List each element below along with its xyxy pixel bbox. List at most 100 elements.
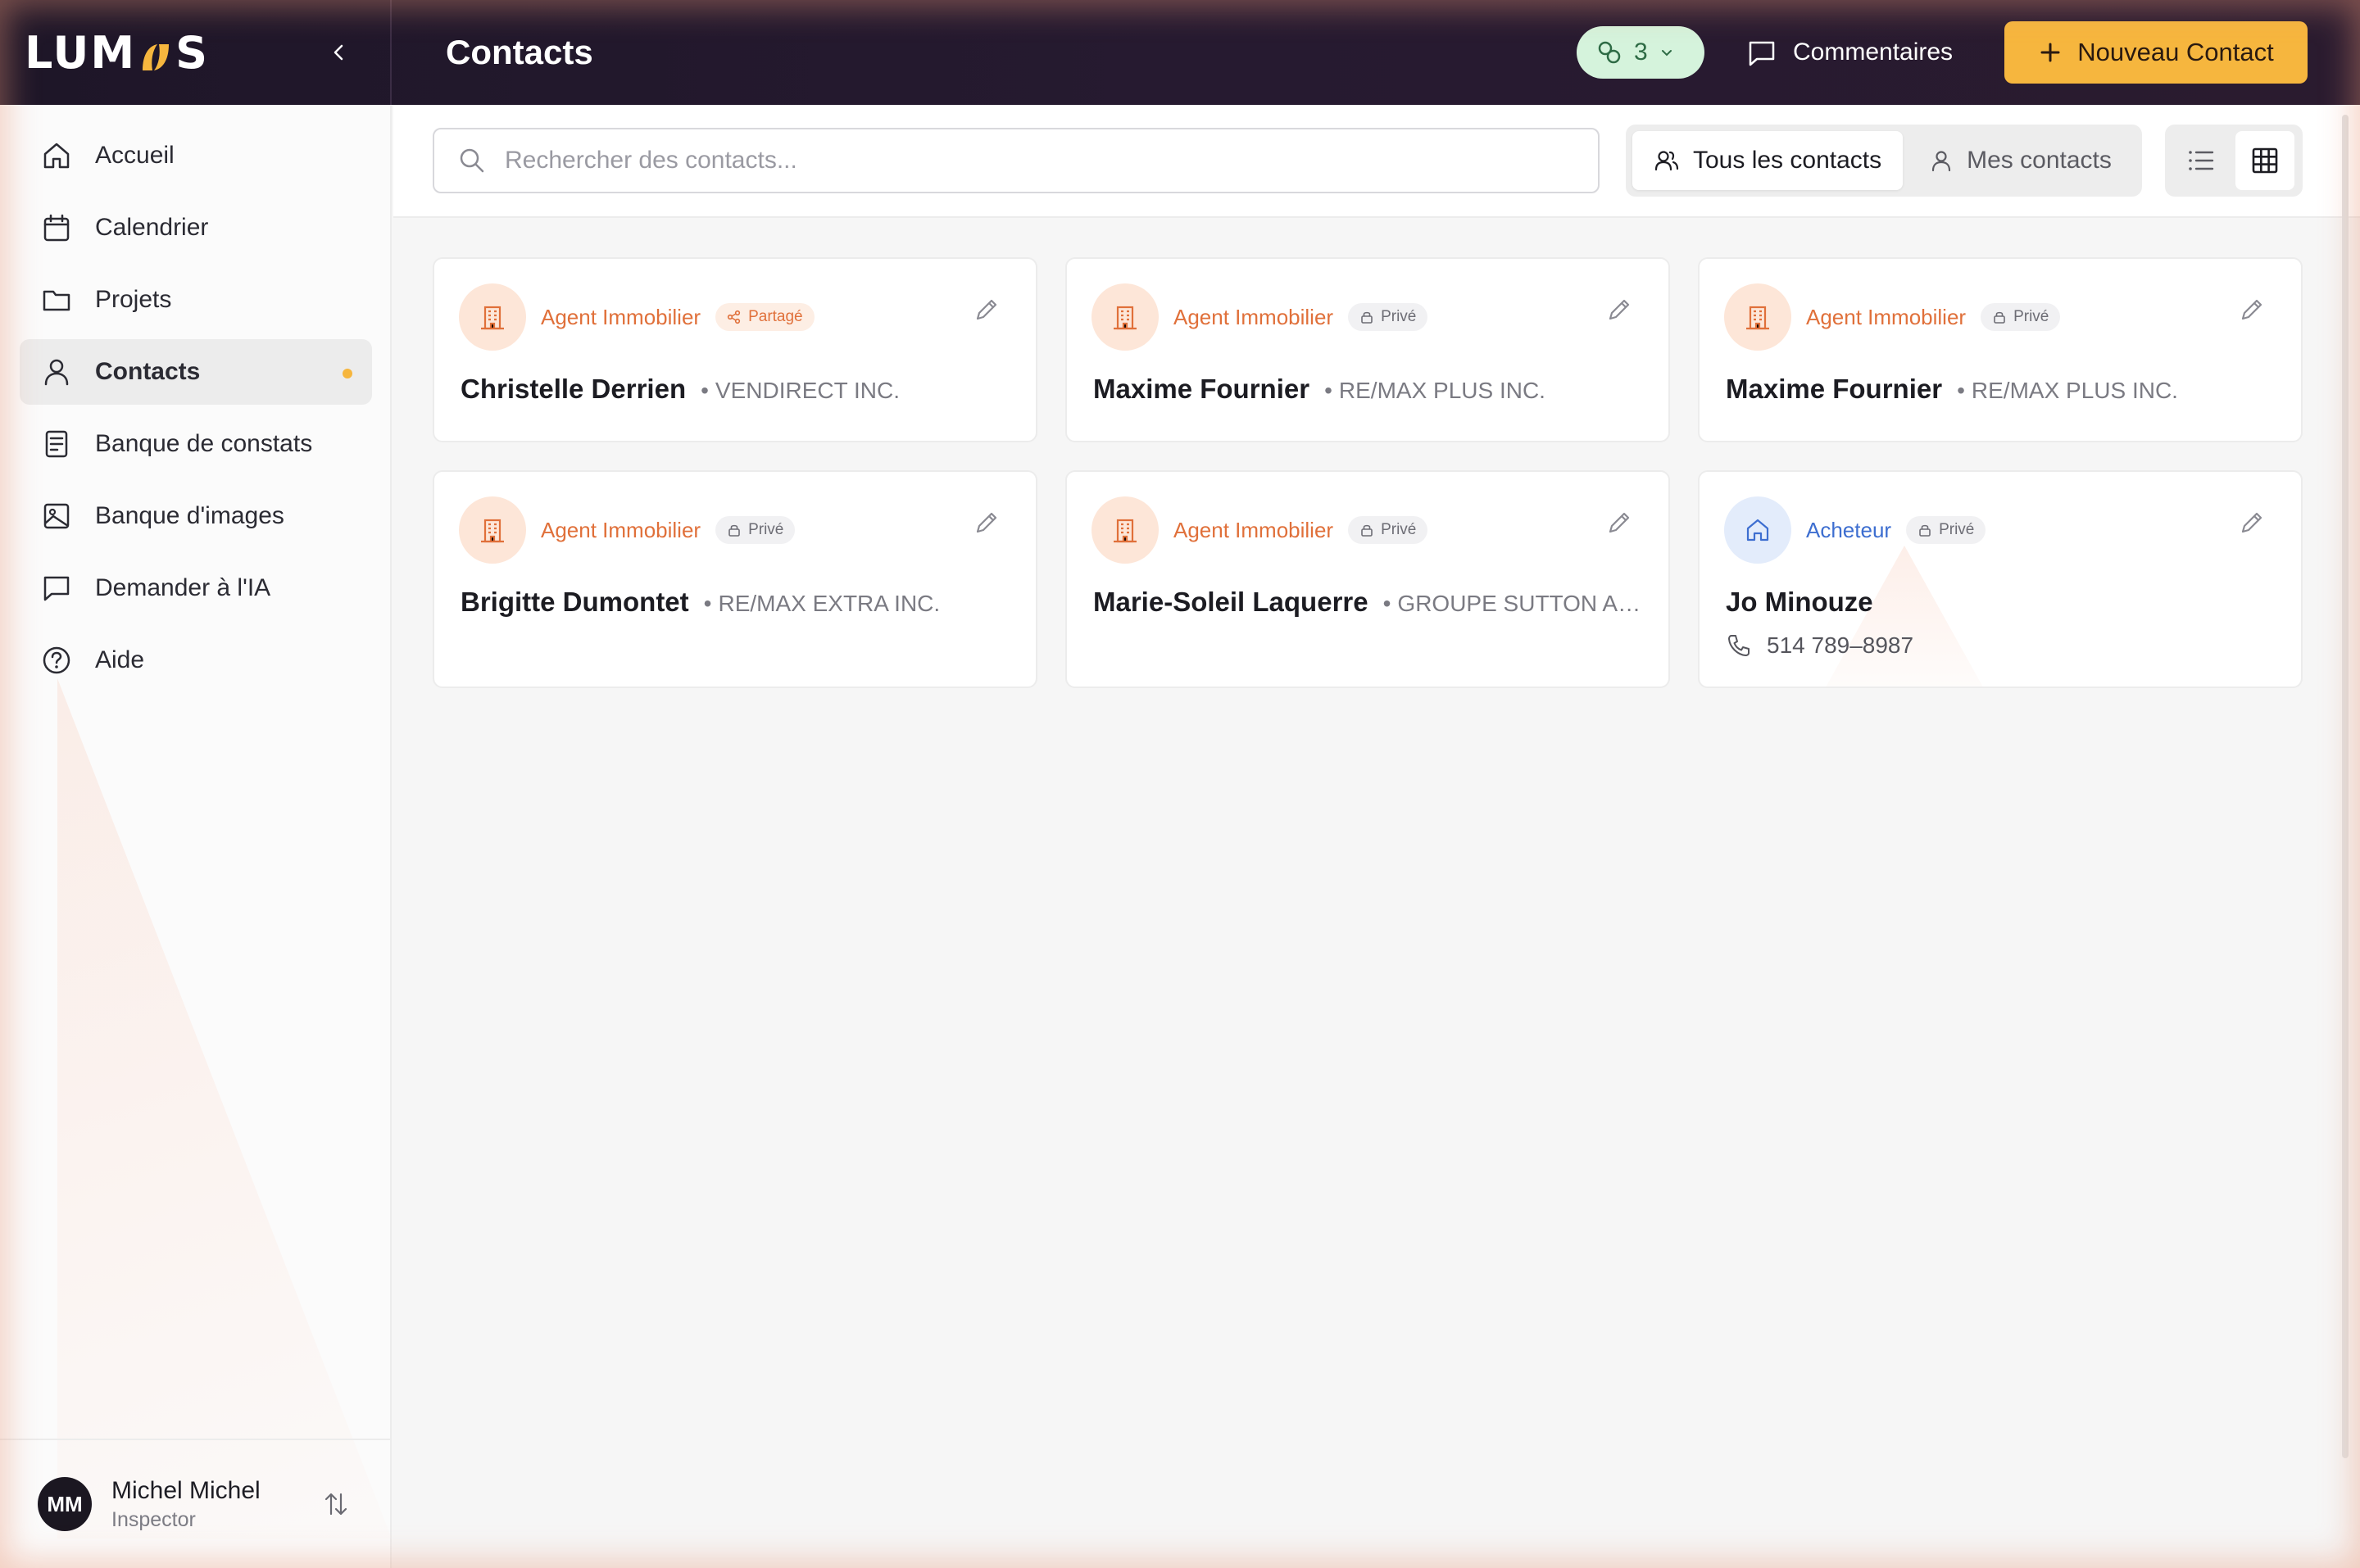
visibility-badge: Privé	[1348, 303, 1428, 331]
contact-name: Jo Minouze	[1726, 587, 1873, 617]
top-bar: LUM S Contacts 3 Commentaires Nouveau Co…	[0, 0, 2360, 105]
filter-my-contacts-tab[interactable]: Mes contacts	[1908, 131, 2133, 190]
edit-contact-button[interactable]	[2235, 293, 2268, 326]
building-icon	[459, 283, 526, 351]
sidebar-item-accueil[interactable]: Accueil	[20, 123, 372, 188]
contact-name: Christelle Derrien	[461, 374, 687, 404]
list-icon	[2189, 151, 2214, 170]
lock-icon	[1919, 524, 1931, 537]
contact-company: RE/MAX PLUS INC.	[1324, 378, 1545, 404]
sidebar-item-demander-a-l-ia[interactable]: Demander à l'IA	[20, 555, 372, 621]
comment-icon	[1749, 41, 1775, 66]
contact-phone[interactable]: 514 789–8987	[1726, 632, 1913, 659]
visibility-badge: Privé	[715, 516, 796, 544]
card-body: Jo Minouze	[1726, 587, 2283, 618]
contact-card[interactable]: Acheteur Privé Jo Minouze 514 789–8987	[1698, 470, 2303, 688]
calendar-icon	[39, 211, 74, 245]
card-body: Christelle Derrien VENDIRECT INC.	[461, 374, 1018, 405]
comments-label: Commentaires	[1793, 39, 1954, 66]
home-icon	[39, 138, 74, 173]
house-icon	[1724, 496, 1791, 564]
search-icon	[460, 148, 484, 173]
sidebar-item-calendrier[interactable]: Calendrier	[20, 195, 372, 261]
card-header: Agent Immobilier Privé	[459, 496, 796, 564]
contact-card[interactable]: Agent Immobilier Privé Brigitte Dumontet…	[433, 470, 1037, 688]
list-view-button[interactable]	[2172, 131, 2231, 190]
card-header: Acheteur Privé	[1724, 496, 1986, 564]
contacts-filter-segmented: Tous les contacts Mes contacts	[1626, 125, 2142, 197]
card-body: Maxime Fournier RE/MAX PLUS INC.	[1726, 374, 2283, 405]
sidebar-item-label: Banque de constats	[95, 430, 313, 457]
edit-contact-button[interactable]	[970, 506, 1003, 539]
filter-all-contacts-tab[interactable]: Tous les contacts	[1632, 131, 1904, 190]
sidebar-item-label: Contacts	[95, 358, 201, 385]
card-header: Agent Immobilier Privé	[1092, 496, 1428, 564]
link-icon	[1598, 41, 1621, 64]
sidebar-item-label: Projets	[95, 286, 172, 313]
contact-card[interactable]: Agent Immobilier Privé Maxime Fournier R…	[1065, 257, 1670, 442]
pencil-icon	[1609, 299, 1630, 320]
sidebar-item-label: Banque d'images	[95, 502, 284, 529]
contacts-toolbar: Tous les contacts Mes contacts	[393, 105, 2360, 218]
contact-name: Brigitte Dumontet	[461, 587, 689, 617]
contact-role: Agent Immobilier	[1173, 517, 1334, 542]
building-icon	[1092, 283, 1159, 351]
lock-icon	[1994, 311, 2005, 324]
collapse-sidebar-button[interactable]	[320, 33, 359, 72]
contact-role: Agent Immobilier	[1806, 304, 1967, 329]
edit-contact-button[interactable]	[1603, 293, 1636, 326]
building-icon	[459, 496, 526, 564]
contact-role: Acheteur	[1806, 517, 1892, 542]
pencil-icon	[2241, 299, 2262, 320]
activity-counter-dropdown[interactable]: 3	[1577, 26, 1704, 79]
sidebar-item-banque-de-constats[interactable]: Banque de constats	[20, 411, 372, 477]
logo-emblem-icon	[138, 34, 174, 70]
folder-icon	[39, 283, 74, 317]
sidebar-item-projets[interactable]: Projets	[20, 267, 372, 333]
contacts-grid: Agent Immobilier Partagé Christelle Derr…	[433, 257, 2303, 688]
user-profile-switcher[interactable]: MM Michel Michel Inspector	[0, 1439, 390, 1568]
new-contact-label: Nouveau Contact	[2077, 38, 2274, 66]
card-body: Maxime Fournier RE/MAX PLUS INC.	[1093, 374, 1650, 405]
edit-contact-button[interactable]	[2235, 506, 2268, 539]
sidebar-item-banque-d-images[interactable]: Banque d'images	[20, 483, 372, 549]
grid-view-button[interactable]	[2235, 131, 2294, 190]
comments-button[interactable]: Commentaires	[1745, 26, 1953, 79]
edit-contact-button[interactable]	[1603, 506, 1636, 539]
contact-card[interactable]: Agent Immobilier Privé Maxime Fournier R…	[1698, 257, 2303, 442]
active-indicator-dot	[343, 369, 352, 378]
contact-role: Agent Immobilier	[1173, 304, 1334, 329]
contact-card[interactable]: Agent Immobilier Partagé Christelle Derr…	[433, 257, 1037, 442]
building-icon	[1092, 496, 1159, 564]
chat-icon	[39, 571, 74, 605]
card-header: Agent Immobilier Privé	[1724, 283, 2061, 351]
visibility-badge: Partagé	[715, 303, 815, 331]
visibility-badge: Privé	[1906, 516, 1986, 544]
sidebar-item-label: Demander à l'IA	[95, 574, 271, 601]
sidebar-item-label: Accueil	[95, 142, 175, 169]
search-input[interactable]	[503, 146, 1568, 175]
contact-card[interactable]: Agent Immobilier Privé Marie-Soleil Laqu…	[1065, 470, 1670, 688]
page-title: Contacts	[446, 33, 593, 71]
edit-contact-button[interactable]	[970, 293, 1003, 326]
contact-role: Agent Immobilier	[541, 517, 701, 542]
contact-role: Agent Immobilier	[541, 304, 701, 329]
contact-name: Maxime Fournier	[1726, 374, 1943, 404]
search-box	[433, 128, 1600, 193]
page-scrollbar[interactable]	[2342, 115, 2349, 1458]
lock-icon	[1361, 311, 1373, 324]
sidebar-item-contacts[interactable]: Contacts	[20, 339, 372, 405]
view-mode-toggle	[2165, 125, 2303, 197]
switch-account-icon	[324, 1493, 347, 1516]
visibility-badge: Privé	[1348, 516, 1428, 544]
user-icon	[1932, 151, 1951, 172]
document-icon	[39, 427, 74, 461]
sidebar: Accueil Calendrier Projets Contacts Banq…	[0, 105, 392, 1568]
contact-company: GROUPE SUTTON AC...	[1383, 591, 1650, 617]
building-icon	[1724, 283, 1791, 351]
grid-icon	[2252, 147, 2278, 174]
sidebar-item-aide[interactable]: Aide	[20, 628, 372, 693]
contact-name: Maxime Fournier	[1093, 374, 1310, 404]
new-contact-button[interactable]: Nouveau Contact	[2004, 21, 2308, 84]
contact-company: RE/MAX PLUS INC.	[1957, 378, 2178, 404]
